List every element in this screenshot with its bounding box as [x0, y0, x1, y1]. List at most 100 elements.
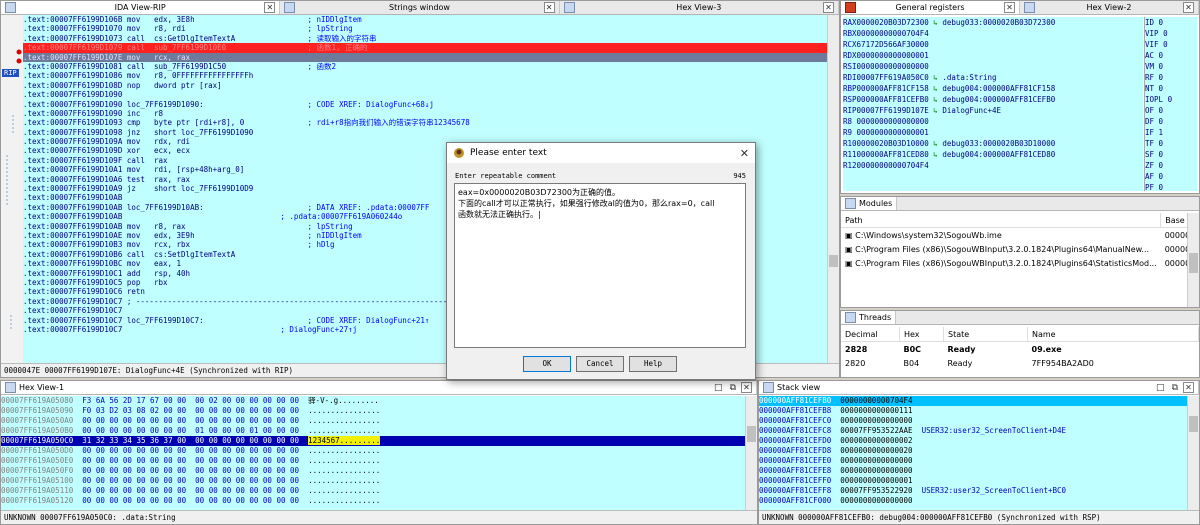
flag-row[interactable]: IOPL 0: [1145, 94, 1197, 105]
hex-row[interactable]: 00007FF619A05110 00 00 00 00 00 00 00 00…: [1, 486, 745, 496]
dialog-close-icon[interactable]: ✕: [740, 147, 749, 160]
hex-row[interactable]: 00007FF619A050F0 00 00 00 00 00 00 00 00…: [1, 466, 745, 476]
col-name[interactable]: Name: [1027, 327, 1199, 342]
ok-button[interactable]: OK: [523, 356, 571, 372]
jump-arrow-icon[interactable]: ↳: [929, 106, 943, 115]
register-row[interactable]: RDX0000000000000001: [843, 50, 1143, 61]
flag-row[interactable]: VIP 0: [1145, 28, 1197, 39]
register-row[interactable]: R100000020B03D10000 ↳ debug033:0000020B0…: [843, 138, 1143, 149]
stack-list[interactable]: 000000AFF81CEFB0 00000000000704F4 000000…: [759, 396, 1187, 510]
stack-row[interactable]: 000000AFF81CEFD0 0000000000000002: [759, 436, 1187, 446]
stack-row[interactable]: 000000AFF81CEFF8 00007FF953522920 USER32…: [759, 486, 1187, 496]
register-row[interactable]: R1200000000000704F4: [843, 160, 1143, 171]
col-state[interactable]: State: [943, 327, 1028, 342]
jump-arrow-icon[interactable]: ↳: [929, 95, 943, 104]
stack-row[interactable]: 000000AFF81CEFC8 00007FF953522AAE USER32…: [759, 426, 1187, 436]
flag-row[interactable]: VM 0: [1145, 61, 1197, 72]
hex-row[interactable]: 00007FF619A050A0 00 00 00 00 00 00 00 00…: [1, 416, 745, 426]
tab-ida-view-rip[interactable]: IDA View-RIP ✕: [1, 1, 281, 14]
close-icon[interactable]: ✕: [741, 382, 752, 393]
register-row[interactable]: RIP00007FF6199D107E ↳ DialogFunc+4E: [843, 105, 1143, 116]
close-icon[interactable]: ✕: [1004, 2, 1015, 13]
jump-arrow-icon[interactable]: ↳: [929, 18, 943, 27]
jump-arrow-icon[interactable]: ↳: [929, 139, 943, 148]
ida-scrollbar[interactable]: [827, 15, 839, 363]
stack-row[interactable]: 000000AFF81CEFD8 0000000000000020: [759, 446, 1187, 456]
modules-scrollbar[interactable]: [1187, 213, 1199, 307]
col-path[interactable]: Path: [841, 213, 1162, 228]
flag-row[interactable]: TF 0: [1145, 138, 1197, 149]
stack-row[interactable]: 000000AFF81CEFB0 00000000000704F4: [759, 396, 1187, 406]
float-icon[interactable]: ⧉: [728, 383, 738, 393]
register-row[interactable]: RCX67172D566AF30000: [843, 39, 1143, 50]
cancel-button[interactable]: Cancel: [576, 356, 624, 372]
flag-row[interactable]: ZF 0: [1145, 160, 1197, 171]
hex-row[interactable]: 00007FF619A05080 F3 6A 56 2D 17 67 00 00…: [1, 396, 745, 406]
close-icon[interactable]: ✕: [1183, 382, 1194, 393]
flag-row[interactable]: NT 0: [1145, 83, 1197, 94]
register-list[interactable]: RAX0000020B03D72300 ↳ debug033:0000020B0…: [843, 17, 1143, 191]
comment-textarea[interactable]: eax=0x0000020B03D72300为正确的值。 下面的call才可以正…: [454, 183, 746, 348]
stack-scrollbar[interactable]: [1187, 396, 1199, 510]
stack-row[interactable]: 000000AFF81CEFE8 0000000000000000: [759, 466, 1187, 476]
asm-line[interactable]: .text:00007FF6199D107E mov rcx, rax: [23, 52, 827, 62]
stack-row[interactable]: 000000AFF81CEFE0 0000000000000000: [759, 456, 1187, 466]
minimize-icon[interactable]: □: [712, 383, 725, 393]
register-row[interactable]: RBP000000AFF81CF158 ↳ debug004:000000AFF…: [843, 83, 1143, 94]
col-hex[interactable]: Hex: [899, 327, 944, 342]
hex-row[interactable]: 00007FF619A050B0 00 00 00 00 00 00 00 00…: [1, 426, 745, 436]
close-icon[interactable]: ✕: [543, 2, 555, 13]
asm-line[interactable]: .text:00007FF6199D1090 loc_7FF6199D1090:…: [23, 100, 827, 109]
hex-row[interactable]: 00007FF619A050E0 00 00 00 00 00 00 00 00…: [1, 456, 745, 466]
hex-row[interactable]: 00007FF619A05100 00 00 00 00 00 00 00 00…: [1, 476, 745, 486]
register-row[interactable]: R9 0000000000000001: [843, 127, 1143, 138]
tab-hex-view-2[interactable]: Hex View-2 ✕: [1020, 1, 1199, 14]
help-button[interactable]: Help: [629, 356, 677, 372]
flag-row[interactable]: DF 0: [1145, 116, 1197, 127]
flag-row[interactable]: IF 1: [1145, 127, 1197, 138]
asm-line[interactable]: .text:00007FF6199D1093 cmp byte ptr [rdi…: [23, 118, 827, 127]
hex-row[interactable]: 00007FF619A05090 F0 03 D2 03 08 02 00 00…: [1, 406, 745, 416]
flag-row[interactable]: SF 0: [1145, 149, 1197, 160]
jump-arrow-icon[interactable]: ↳: [929, 84, 943, 93]
tab-strings-window[interactable]: Strings window ✕: [280, 1, 560, 14]
asm-line[interactable]: .text:00007FF6199D1079 call sub_7FF6199D…: [23, 43, 827, 53]
minimize-icon[interactable]: □: [1154, 383, 1167, 393]
flag-row[interactable]: RF 0: [1145, 72, 1197, 83]
module-row[interactable]: ▣ C:\Program Files (x86)\SogouWBInput\3.…: [841, 242, 1199, 256]
module-row[interactable]: ▣ C:\Windows\system32\SogouWb.ime 000000C: [841, 228, 1199, 243]
stack-row[interactable]: 000000AFF81CEFC0 0000000000000000: [759, 416, 1187, 426]
jump-arrow-icon[interactable]: ↳: [929, 150, 943, 159]
tab-hex-view-3[interactable]: Hex View-3 ✕: [560, 1, 839, 14]
hex-dump[interactable]: 00007FF619A05080 F3 6A 56 2D 17 67 00 00…: [1, 396, 745, 510]
asm-line[interactable]: .text:00007FF6199D1070 mov r8, rdi ; lpS…: [23, 24, 827, 33]
register-row[interactable]: R8 0000000000000000: [843, 116, 1143, 127]
register-row[interactable]: RSP000000AFF81CEFB0 ↳ debug004:000000AFF…: [843, 94, 1143, 105]
register-row[interactable]: RAX0000020B03D72300 ↳ debug033:0000020B0…: [843, 17, 1143, 28]
thread-row[interactable]: 2828 B0C Ready 09.exe: [841, 342, 1199, 357]
flag-row[interactable]: ID 0: [1145, 17, 1197, 28]
tab-general-registers[interactable]: General registers ✕: [841, 1, 1020, 14]
asm-line[interactable]: .text:00007FF6199D1086 mov r8, 0FFFFFFFF…: [23, 71, 827, 80]
flag-row[interactable]: VIF 0: [1145, 39, 1197, 50]
module-row[interactable]: ▣ C:\Program Files (x86)\SogouWBInput\3.…: [841, 256, 1199, 270]
flags-list[interactable]: ID 0 VIP 0 VIF 0 AC 0 VM 0 RF 0 NT 0 IOPL 0 OF 0…: [1144, 17, 1197, 191]
stack-row[interactable]: 000000AFF81CF000 0000000000000000: [759, 496, 1187, 506]
asm-line[interactable]: .text:00007FF6199D1098 jnz short loc_7FF…: [23, 128, 827, 137]
register-row[interactable]: RSI0000000000000000: [843, 61, 1143, 72]
dialog-titlebar[interactable]: Please enter text ✕: [447, 143, 755, 163]
close-icon[interactable]: ✕: [1183, 2, 1194, 13]
asm-line[interactable]: .text:00007FF6199D1090: [23, 90, 827, 99]
stack-row[interactable]: 000000AFF81CEFB8 0000000000000111: [759, 406, 1187, 416]
close-icon[interactable]: ✕: [822, 2, 834, 13]
thread-row[interactable]: 2820 B04 Ready 7FF954BA2AD0: [841, 356, 1199, 370]
asm-line[interactable]: .text:00007FF6199D1090 inc r8: [23, 109, 827, 118]
asm-line[interactable]: .text:00007FF6199D106B mov edx, 3E8h ; n…: [23, 15, 827, 24]
asm-line[interactable]: .text:00007FF6199D1073 call cs:GetDlgIte…: [23, 34, 827, 43]
flag-row[interactable]: AF 0: [1145, 171, 1197, 182]
arrow-gutter[interactable]: RIP: [1, 15, 24, 363]
hex-row[interactable]: 00007FF619A05120 00 00 00 00 00 00 00 00…: [1, 496, 745, 506]
flag-row[interactable]: PF 0: [1145, 182, 1197, 191]
register-row[interactable]: RDI00007FF619A050C0 ↳ .data:String: [843, 72, 1143, 83]
hex-scrollbar[interactable]: [745, 396, 757, 510]
